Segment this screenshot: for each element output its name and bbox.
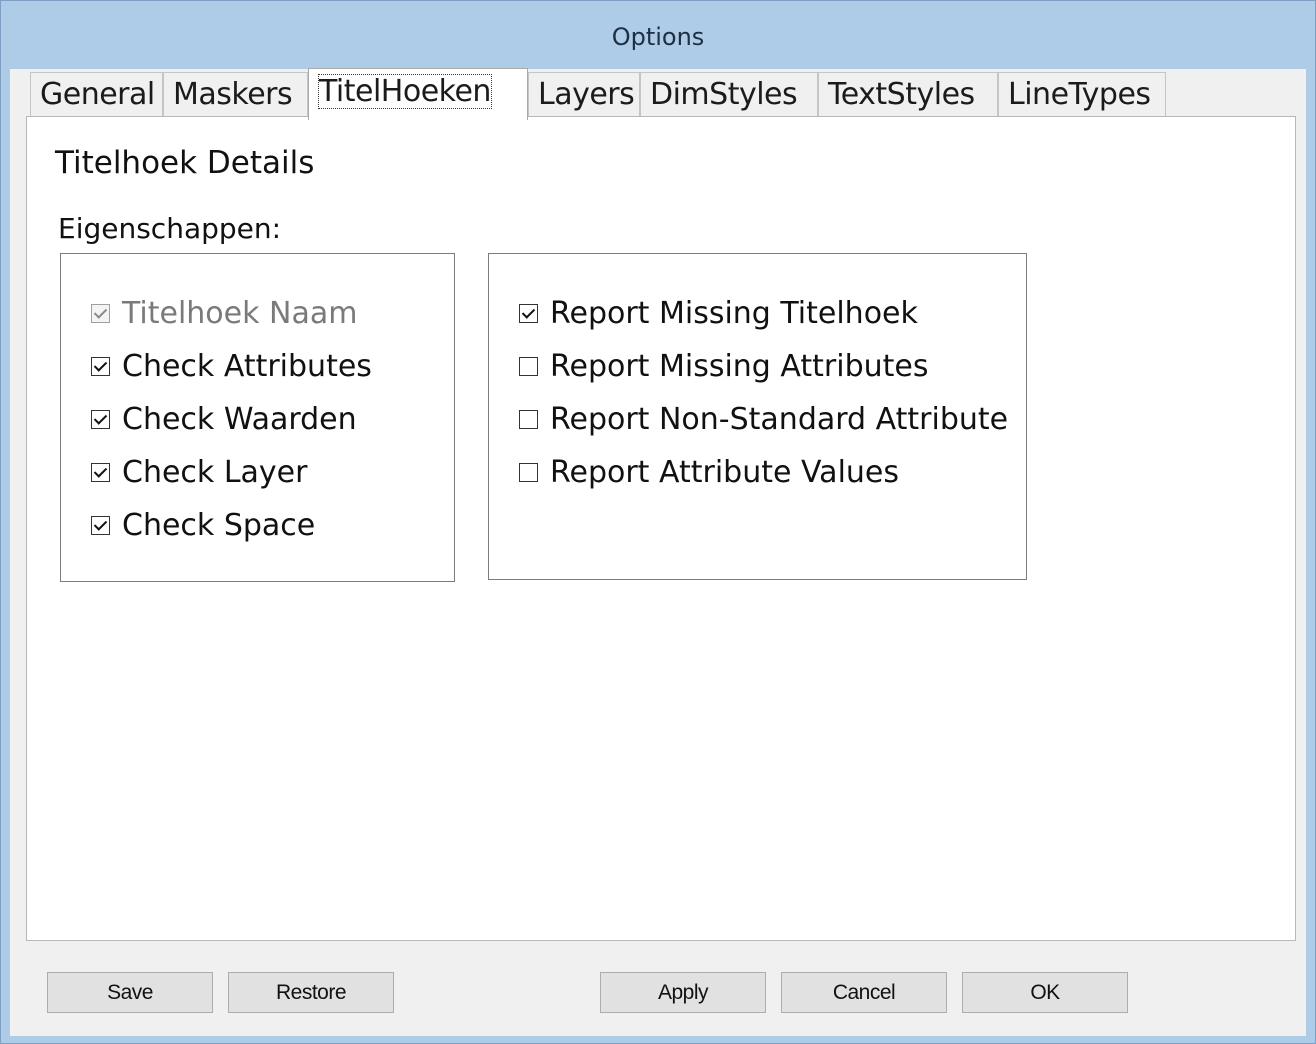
checkbox-box[interactable] — [91, 462, 110, 482]
panel-title: Titelhoek Details — [55, 145, 315, 181]
report-options-group: Report Missing Titelhoek Report Missing … — [488, 253, 1027, 580]
ok-button[interactable]: OK — [962, 972, 1128, 1013]
checkbox-box[interactable] — [91, 356, 110, 376]
checkbox-box[interactable] — [519, 356, 538, 376]
checkbox-report-non-standard-attribute[interactable]: Report Non-Standard Attribute — [519, 401, 1008, 437]
apply-button[interactable]: Apply — [600, 972, 766, 1013]
save-button[interactable]: Save — [47, 972, 213, 1013]
tab-panel-titelhoeken: Titelhoek Details Eigenschappen: Titelho… — [26, 116, 1296, 941]
checkbox-box[interactable] — [91, 409, 110, 429]
properties-label: Eigenschappen: — [58, 212, 282, 245]
dialog-client-area: General Maskers TitelHoeken Layers DimSt… — [10, 68, 1306, 1036]
tab-titelhoeken[interactable]: TitelHoeken — [308, 68, 528, 120]
window-title: Options — [611, 23, 705, 51]
checkbox-check-waarden[interactable]: Check Waarden — [91, 401, 357, 437]
checkbox-label: Report Attribute Values — [550, 454, 899, 490]
checkbox-label: Check Layer — [122, 454, 308, 490]
checkbox-label: Check Attributes — [122, 348, 372, 384]
tab-linetypes[interactable]: LineTypes — [998, 72, 1166, 117]
checkbox-label: Titelhoek Naam — [122, 295, 358, 331]
checkbox-label: Check Space — [122, 507, 316, 543]
cancel-button[interactable]: Cancel — [781, 972, 947, 1013]
restore-button[interactable]: Restore — [228, 972, 394, 1013]
checkbox-box[interactable] — [91, 515, 110, 535]
checkbox-box[interactable] — [91, 303, 110, 323]
checkbox-label: Report Non-Standard Attribute — [550, 401, 1009, 437]
options-window: Options General Maskers TitelHoeken Laye… — [0, 0, 1316, 1044]
checkbox-box[interactable] — [519, 303, 538, 323]
checkbox-label: Check Waarden — [122, 401, 357, 437]
checkbox-report-missing-titelhoek[interactable]: Report Missing Titelhoek — [519, 295, 918, 331]
tab-dimstyles[interactable]: DimStyles — [640, 72, 818, 117]
checkbox-check-attributes[interactable]: Check Attributes — [91, 348, 372, 384]
tab-layers[interactable]: Layers — [528, 72, 640, 117]
checkbox-report-attribute-values[interactable]: Report Attribute Values — [519, 454, 899, 490]
checkbox-box[interactable] — [519, 409, 538, 429]
tab-maskers[interactable]: Maskers — [163, 72, 308, 117]
checkbox-report-missing-attributes[interactable]: Report Missing Attributes — [519, 348, 929, 384]
tab-textstyles[interactable]: TextStyles — [818, 72, 998, 117]
checkbox-box[interactable] — [519, 462, 538, 482]
checkbox-check-space[interactable]: Check Space — [91, 507, 315, 543]
checkbox-titelhoek-naam[interactable]: Titelhoek Naam — [91, 295, 357, 331]
checkbox-check-layer[interactable]: Check Layer — [91, 454, 307, 490]
checkbox-label: Report Missing Titelhoek — [550, 295, 918, 331]
check-options-group: Titelhoek Naam Check Attributes Check Wa… — [60, 253, 455, 582]
tab-general[interactable]: General — [30, 72, 163, 117]
checkbox-label: Report Missing Attributes — [550, 348, 929, 384]
